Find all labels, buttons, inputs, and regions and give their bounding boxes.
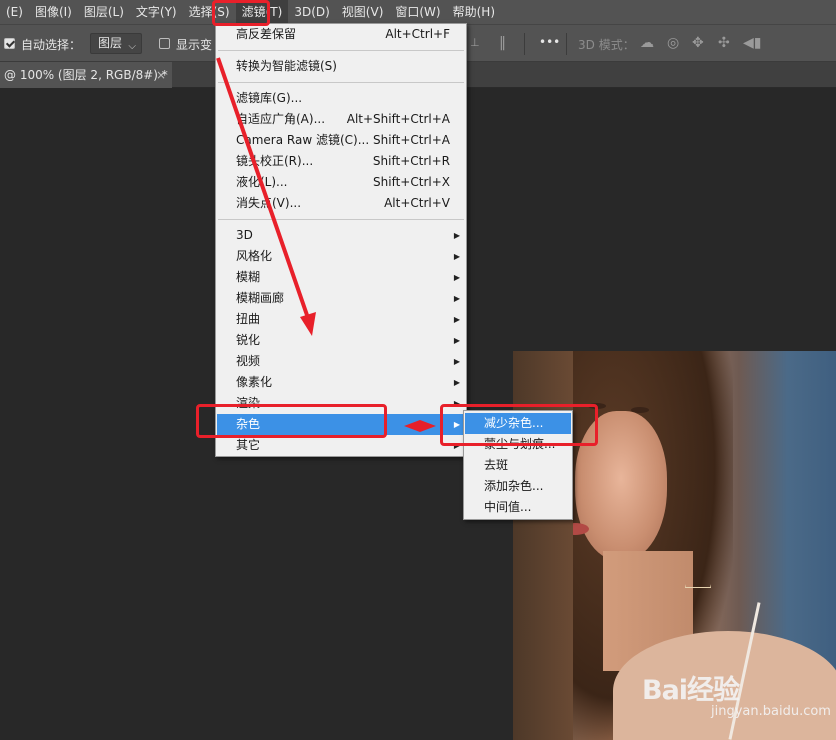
roll-3d-icon[interactable]: ◎ [667,35,679,51]
watermark-url: jingyan.baidu.com [711,704,831,719]
slide-3d-icon[interactable]: ✣ [718,35,730,51]
filter-menu-item[interactable]: 像素化 ▶ [217,372,465,393]
filter-menu-item[interactable]: 消失点(V)... Alt+Ctrl+V [217,193,465,214]
filter-menu-item[interactable]: 扭曲 ▶ [217,309,465,330]
menu-item-label: 液化(L)... [236,175,288,189]
menu-item-label: 扭曲 [236,312,261,326]
menu-item-label: 去斑 [484,458,509,472]
filter-menu-item[interactable]: 3D ▶ [217,225,465,246]
filter-menu-item[interactable]: 模糊画廊 ▶ [217,288,465,309]
menu-item-label: Camera Raw 滤镜(C)... [236,133,370,147]
menu-item-shortcut: Shift+Ctrl+R [372,154,450,168]
menu-item-label: 其它 [236,438,261,452]
menu-item-label: 3D [236,228,253,242]
menu-item-shortcut: Alt+Ctrl+V [384,196,450,210]
divider [524,33,525,55]
divider [566,33,567,55]
annotation-box-noise-item [196,404,387,438]
menu-item-shortcut: Shift+Ctrl+A [373,133,450,147]
show-transform-label: 显示变 [176,38,213,52]
filter-menu-item[interactable]: 模糊 ▶ [217,267,465,288]
menu-item-label: 中间值... [484,500,532,514]
menubar-item[interactable]: 视图(V) [336,0,390,24]
watermark-logo: Bai经验 [642,675,740,706]
menubar-item[interactable]: 3D(D) [288,0,335,24]
close-icon[interactable]: × [156,62,166,88]
menu-item-label: 锐化 [236,333,261,347]
auto-select-label: 自动选择： [21,38,82,52]
auto-select-target-dropdown[interactable]: 图层 ⌵ [90,33,142,54]
menu-item-label: 滤镜库(G)... [236,91,303,105]
menu-item-label: 模糊画廊 [236,291,285,305]
submenu-arrow-icon: ▶ [453,273,460,282]
menu-item-label: 添加杂色... [484,479,544,493]
menu-separator [218,50,464,51]
noise-submenu-item[interactable]: 中间值... [465,497,571,518]
chevron-down-icon: ⌵ [128,41,136,52]
auto-select-checkbox[interactable] [4,38,15,49]
menu-separator [218,82,464,83]
align-bottom-icon[interactable]: ⊥ [470,35,480,51]
menu-item-shortcut: Shift+Ctrl+X [373,175,450,189]
noise-submenu-item[interactable]: 添加杂色... [465,476,571,497]
menu-item-label: 高反差保留 [236,27,297,41]
submenu-arrow-icon: ▶ [453,357,460,366]
filter-menu-item[interactable]: 高反差保留 Alt+Ctrl+F [217,24,465,45]
auto-select-target-value: 图层 [98,36,123,50]
filter-menu-item[interactable]: Camera Raw 滤镜(C)... Shift+Ctrl+A [217,130,465,151]
menu-separator [218,219,464,220]
filter-menu-item[interactable]: 镜头校正(R)... Shift+Ctrl+R [217,151,465,172]
filter-menu: 高反差保留 Alt+Ctrl+F 转换为智能滤镜(S) 滤镜库(G)... 自适应广角(… [215,23,467,457]
scale-3d-icon[interactable]: ◀▮ [743,35,761,51]
menu-item-label: 像素化 [236,375,273,389]
submenu-arrow-icon: ▶ [453,252,460,261]
submenu-arrow-icon: ▶ [453,336,460,345]
filter-menu-item[interactable]: 风格化 ▶ [217,246,465,267]
menu-item-label: 风格化 [236,249,273,263]
noise-submenu-item[interactable]: 去斑 [465,455,571,476]
menu-item-label: 转换为智能滤镜(S) [236,59,337,73]
menubar-item[interactable]: 图层(L) [78,0,130,24]
menu-item-label: 视频 [236,354,261,368]
menubar-item[interactable]: (E) [0,0,29,24]
show-transform-checkbox[interactable] [159,38,170,49]
menu-item-shortcut: Alt+Ctrl+F [385,27,450,41]
menubar-item[interactable]: 窗口(W) [389,0,446,24]
menu-item-label: 消失点(V)... [236,196,302,210]
filter-menu-item[interactable]: 其它 ▶ [217,435,465,456]
filter-menu-item[interactable]: 滤镜库(G)... [217,88,465,109]
menubar-item[interactable]: 文字(Y) [130,0,183,24]
submenu-arrow-icon: ▶ [453,315,460,324]
submenu-arrow-icon: ▶ [453,378,460,387]
filter-menu-item[interactable]: 液化(L)... Shift+Ctrl+X [217,172,465,193]
filter-menu-item[interactable]: 转换为智能滤镜(S) [217,56,465,77]
annotation-box-reduce-noise [440,404,598,446]
submenu-arrow-icon: ▶ [453,231,460,240]
document-tab-title: @ 100% (图层 2, RGB/8#) * [4,68,168,82]
menu-item-shortcut: Alt+Shift+Ctrl+A [346,112,450,126]
orbit-3d-icon[interactable]: ☁ [640,35,654,51]
document-tab[interactable]: @ 100% (图层 2, RGB/8#) * × [0,62,172,88]
3d-mode-label: 3D 模式： [578,38,635,52]
filter-menu-item[interactable]: 视频 ▶ [217,351,465,372]
menu-item-label: 自适应广角(A)... [236,112,326,126]
more-options-button[interactable]: ••• [539,35,560,49]
menu-bar: (E) 图像(I) 图层(L) 文字(Y) 选择(S) 滤镜(T) 3D(D) 视图(V) 窗口… [0,0,836,24]
drag-3d-icon[interactable]: ✥ [692,35,704,51]
menubar-item[interactable]: 图像(I) [29,0,78,24]
filter-menu-item[interactable]: 自适应广角(A)... Alt+Shift+Ctrl+A [217,109,465,130]
annotation-box-filter-menu [212,0,270,26]
menu-item-label: 镜头校正(R)... [236,154,314,168]
distribute-icon[interactable]: ‖ [499,35,506,51]
submenu-arrow-icon: ▶ [453,294,460,303]
filter-menu-item[interactable]: 锐化 ▶ [217,330,465,351]
menubar-item[interactable]: 帮助(H) [447,0,501,24]
menu-item-label: 模糊 [236,270,261,284]
